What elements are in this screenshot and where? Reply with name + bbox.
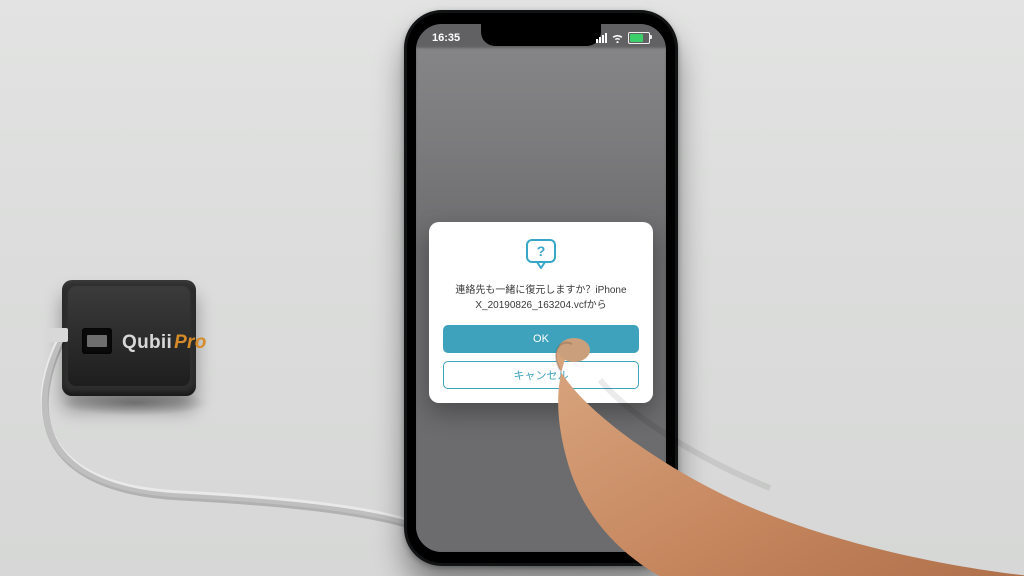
brand-variant: Pro	[174, 332, 207, 353]
svg-text:?: ?	[537, 243, 546, 259]
usb-port-icon	[82, 328, 112, 354]
phone-device: 16:35 ? 連絡先も一緒に復元しますか？iP	[404, 10, 678, 566]
scene: QubiiPro 16:35	[0, 0, 1024, 576]
signal-icon	[596, 33, 607, 43]
brand-text: Qubii	[122, 332, 172, 353]
charger-device: QubiiPro	[62, 280, 196, 396]
charger-brand-label: QubiiPro	[122, 332, 207, 354]
question-bubble-icon: ?	[521, 238, 561, 274]
wifi-icon	[611, 33, 624, 43]
restore-contacts-dialog: ? 連絡先も一緒に復元しますか？iPhone X_20190826_163204…	[429, 222, 653, 403]
confirm-button[interactable]: OK	[443, 325, 639, 353]
status-bar: 16:35	[416, 26, 666, 50]
cancel-button[interactable]: キャンセル	[443, 361, 639, 389]
dialog-message: 連絡先も一緒に復元しますか？iPhone X_20190826_163204.v…	[443, 284, 639, 313]
status-time: 16:35	[432, 32, 460, 44]
battery-icon	[628, 32, 650, 44]
phone-screen: 16:35 ? 連絡先も一緒に復元しますか？iP	[416, 24, 666, 552]
